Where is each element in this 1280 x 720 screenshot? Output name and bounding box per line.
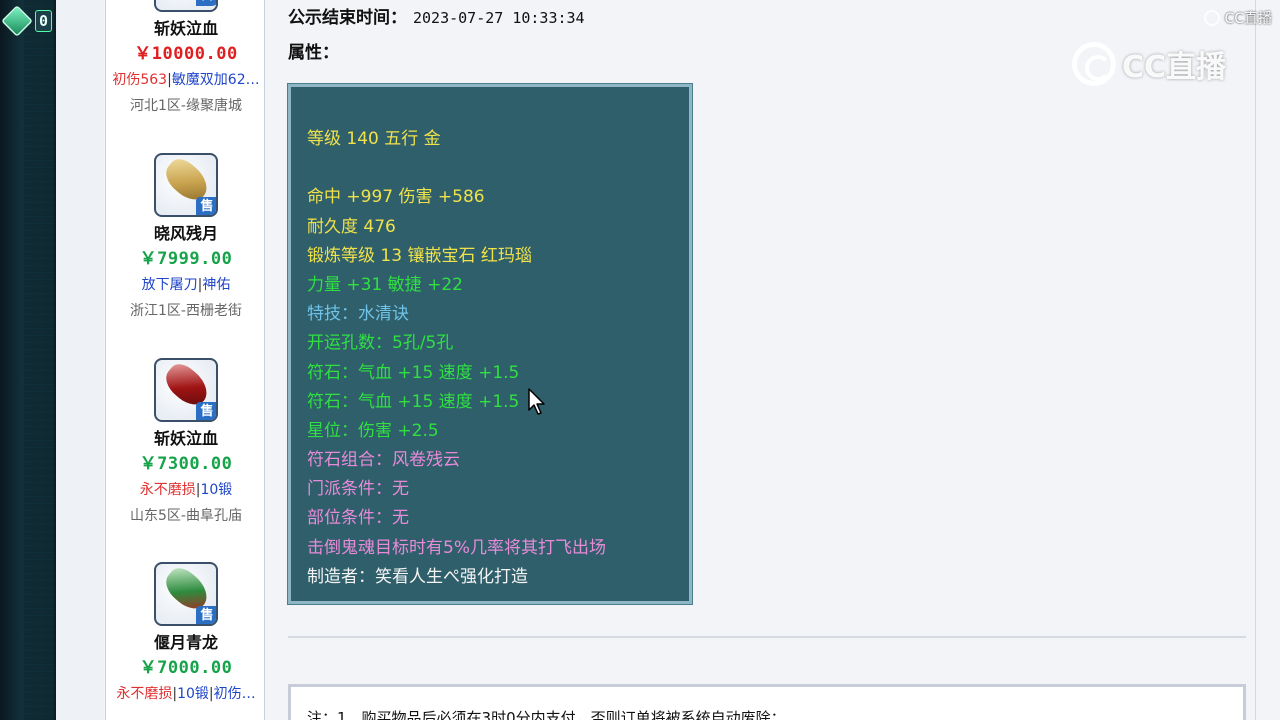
item-tag: 永不磨损 xyxy=(139,482,196,498)
attr-stats: 力量 +31 敏捷 +22 xyxy=(307,274,463,295)
purchase-note-text: 注：1、购买物品后必须在3时0分内支付，否则订单将被系统自动废除； xyxy=(307,709,786,720)
attributes-label: 属性： xyxy=(288,43,339,63)
item-tags: 初伤563|敏魔双加62… xyxy=(106,68,266,92)
end-time-value: 2023-07-27 10:33:34 xyxy=(413,9,585,27)
attr-skill: 特技：水清诀 xyxy=(307,304,409,325)
attr-rune-combo: 符石组合：风卷残云 xyxy=(307,450,460,471)
attr-slot-req: 部位条件：无 xyxy=(307,508,409,529)
item-name[interactable]: 偃月青龙 xyxy=(106,632,266,654)
attr-holes: 开运孔数：5孔/5孔 xyxy=(307,333,454,354)
item-server: 浙江1区-西栅老街 xyxy=(130,303,242,319)
item-thumbnail[interactable]: 售 xyxy=(154,358,218,422)
attr-level: 等级 140 五行 金 xyxy=(307,129,441,149)
attr-effect: 击倒鬼魂目标时有5%几率将其打飞出场 xyxy=(307,537,606,558)
item-name[interactable]: 晓风残月 xyxy=(106,223,266,245)
item-server: 山东5区-曲阜孔庙 xyxy=(130,508,242,524)
listing-item[interactable]: 售 晓风残月 ￥7999.00 放下屠刀|神佑 浙江1区-西栅老街 xyxy=(106,153,266,323)
sale-tag: 售 xyxy=(196,402,216,420)
watermark-large-text: CC直播 xyxy=(1122,50,1227,85)
item-tag: 永不磨损 xyxy=(116,686,173,702)
watermark-small-text: CC直播 xyxy=(1224,11,1272,27)
item-tag: 初伤563 xyxy=(112,72,168,88)
attr-forge: 锻炼等级 13 镶嵌宝石 红玛瑙 xyxy=(307,245,532,266)
sale-tag: 售 xyxy=(196,606,216,624)
mouse-cursor-icon xyxy=(528,388,545,415)
page-gutter xyxy=(56,0,104,720)
item-tag: 神佑 xyxy=(202,277,231,293)
item-name[interactable]: 斩妖泣血 xyxy=(106,18,266,40)
item-tag: 放下屠刀 xyxy=(141,277,198,293)
end-time-label: 公示结束时间： xyxy=(288,8,407,28)
content-frame-edge xyxy=(1255,0,1256,720)
item-server: 河北1区-缘聚唐城 xyxy=(130,98,242,114)
item-tag: 初伤… xyxy=(213,686,256,702)
attr-star: 星位：伤害 +2.5 xyxy=(307,420,439,441)
item-tag: 10锻 xyxy=(200,482,233,498)
watermark-small: CC直播 xyxy=(1204,8,1272,28)
attr-hit: 命中 +997 伤害 +586 xyxy=(307,187,485,208)
attr-school-req: 门派条件：无 xyxy=(307,479,409,500)
item-tags: 永不磨损|10锻|初伤… xyxy=(106,682,266,706)
detail-content: 公示结束时间： 2023-07-27 10:33:34 属性： 等级 140 五行… xyxy=(266,0,1280,720)
item-thumbnail[interactable]: 售 xyxy=(154,0,218,12)
purchase-note: 注：1、购买物品后必须在3时0分内支付，否则订单将被系统自动废除； xyxy=(288,684,1246,720)
rail-stripe xyxy=(24,0,54,720)
gem-icon xyxy=(1,5,33,37)
attr-spacer xyxy=(307,154,689,183)
listing-column: 售 斩妖泣血 ￥10000.00 初伤563|敏魔双加62… 河北1区-缘聚唐城… xyxy=(105,0,265,720)
cc-logo-icon xyxy=(1204,10,1221,26)
item-tags: 放下屠刀|神佑 xyxy=(106,273,266,297)
item-tag: 10锻 xyxy=(177,686,209,702)
item-tag: 敏魔双加62… xyxy=(171,72,260,88)
left-rail xyxy=(0,0,56,720)
watermark-large: CC直播 xyxy=(1072,42,1226,86)
item-price: ￥7300.00 xyxy=(139,454,233,474)
item-thumbnail[interactable]: 售 xyxy=(154,562,218,626)
item-tags: 永不磨损|10锻 xyxy=(106,478,266,502)
item-price: ￥7000.00 xyxy=(139,658,233,678)
item-name[interactable]: 斩妖泣血 xyxy=(106,428,266,450)
item-price: ￥10000.00 xyxy=(134,44,238,64)
item-thumbnail[interactable]: 售 xyxy=(154,153,218,217)
attr-durability: 耐久度 476 xyxy=(307,216,396,237)
sale-tag: 售 xyxy=(196,0,216,6)
sale-tag: 售 xyxy=(196,197,216,215)
attr-rune: 符石：气血 +15 速度 +1.5 xyxy=(307,391,520,412)
listing-item[interactable]: 售 斩妖泣血 ￥7300.00 永不磨损|10锻 山东5区-曲阜孔庙 xyxy=(106,358,266,528)
attributes-panel: 等级 140 五行 金 命中 +997 伤害 +586 耐久度 476 锻炼等级… xyxy=(287,83,693,605)
cc-logo-icon xyxy=(1072,42,1116,86)
attr-rune: 符石：气血 +15 速度 +1.5 xyxy=(307,362,520,383)
item-price: ￥7999.00 xyxy=(139,249,233,269)
page: 售 斩妖泣血 ￥10000.00 初伤563|敏魔双加62… 河北1区-缘聚唐城… xyxy=(56,0,1280,720)
listing-item[interactable]: 售 斩妖泣血 ￥10000.00 初伤563|敏魔双加62… 河北1区-缘聚唐城 xyxy=(106,0,266,118)
listing-item[interactable]: 售 偃月青龙 ￥7000.00 永不磨损|10锻|初伤… xyxy=(106,562,266,706)
end-time-row: 公示结束时间： 2023-07-27 10:33:34 xyxy=(288,3,585,28)
attr-maker: 制造者：笑看人生ぺ强化打造 xyxy=(307,566,528,587)
section-divider xyxy=(288,636,1246,638)
badge-tag: 0 xyxy=(35,10,53,32)
